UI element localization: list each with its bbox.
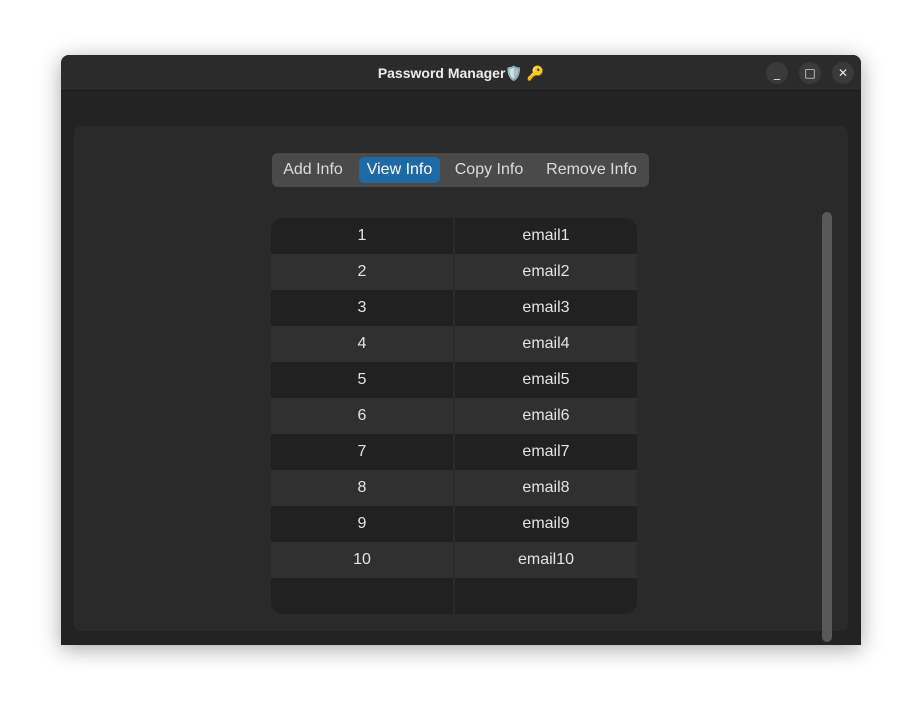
info-table: 1 email1 2 email2 3 email3 4 email4 5 em… [271, 218, 637, 614]
window-title-text: Password Manager [377, 65, 506, 81]
id-cell: 2 [357, 263, 367, 280]
id-cell: 10 [353, 551, 371, 568]
id-cell: 9 [357, 515, 367, 532]
id-cell: 7 [357, 443, 367, 460]
email-cell: email7 [522, 443, 570, 460]
id-cell: 1 [357, 227, 367, 244]
id-cell: 4 [357, 335, 367, 352]
id-cell: 6 [357, 407, 367, 424]
column-divider [453, 218, 455, 614]
email-cell: email1 [522, 227, 570, 244]
close-button[interactable]: ✕ [832, 62, 854, 84]
id-cell: 5 [357, 371, 367, 388]
email-cell: email6 [522, 407, 570, 424]
email-cell: email5 [522, 371, 570, 388]
email-cell: email3 [522, 299, 570, 316]
segmented-tab-bar: Add Info View Info Copy Info Remove Info [272, 153, 649, 187]
minimize-button[interactable]: _ [766, 62, 788, 84]
email-cell: email9 [522, 515, 570, 532]
id-cell: 3 [357, 299, 367, 316]
id-cell [271, 578, 453, 614]
tab-remove-info[interactable]: Remove Info [540, 157, 643, 183]
tab-copy-info[interactable]: Copy Info [447, 157, 531, 183]
vertical-scrollbar[interactable] [822, 212, 832, 642]
title-bar[interactable]: Password Manager🛡️ 🔑 _ □ ✕ [61, 55, 861, 91]
tab-add-info[interactable]: Add Info [276, 157, 350, 183]
app-window: Password Manager🛡️ 🔑 _ □ ✕ Add Info View… [61, 55, 861, 645]
window-body: Add Info View Info Copy Info Remove Info… [61, 91, 861, 645]
window-title: Password Manager🛡️ 🔑 [61, 55, 861, 91]
email-cell: email4 [522, 335, 570, 352]
email-cell: email8 [522, 479, 570, 496]
email-cell [455, 578, 637, 614]
email-cell: email2 [522, 263, 570, 280]
id-cell: 8 [357, 479, 367, 496]
email-cell: email10 [517, 551, 575, 568]
shield-key-icon: 🛡️ 🔑 [505, 65, 545, 81]
maximize-button[interactable]: □ [799, 62, 821, 84]
tab-view-info[interactable]: View Info [359, 157, 440, 183]
